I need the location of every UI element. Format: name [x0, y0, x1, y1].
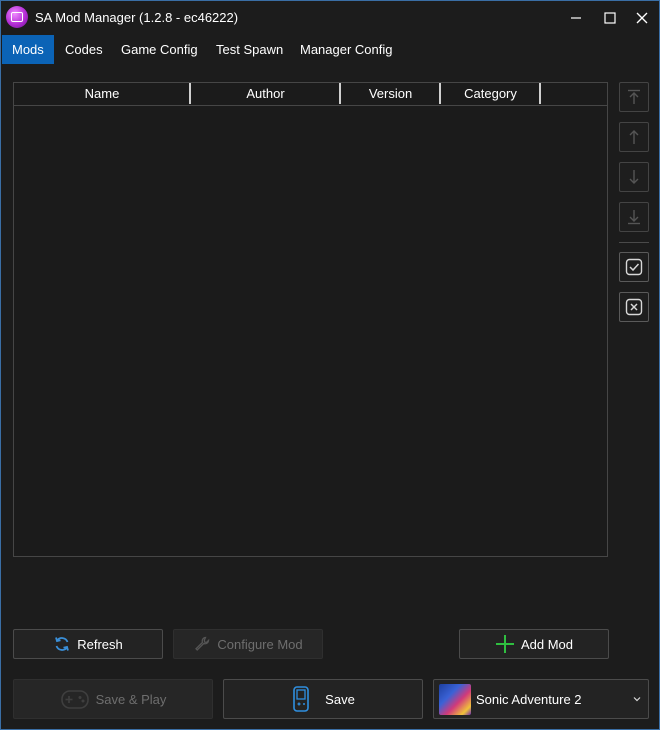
game-selector-value: Sonic Adventure 2	[476, 692, 582, 707]
maximize-button[interactable]	[593, 1, 627, 35]
chevron-down-icon	[632, 692, 642, 707]
move-to-bottom-button[interactable]	[619, 202, 649, 232]
tab-test-spawn[interactable]: Test Spawn	[206, 35, 293, 64]
tab-codes[interactable]: Codes	[55, 35, 113, 64]
move-up-button[interactable]	[619, 122, 649, 152]
configure-mod-label: Configure Mod	[217, 636, 303, 652]
tab-manager-config[interactable]: Manager Config	[290, 35, 403, 64]
move-to-bottom-icon	[628, 210, 640, 225]
save-and-play-label: Save & Play	[95, 691, 167, 707]
move-down-button[interactable]	[619, 162, 649, 192]
game-selector[interactable]: Sonic Adventure 2	[433, 679, 649, 719]
minimize-button[interactable]	[559, 1, 593, 35]
column-header-author[interactable]: Author	[191, 83, 340, 105]
mods-grid[interactable]: Name Author Version Category	[13, 82, 608, 557]
main-window: SA Mod Manager (1.2.8 - ec46222) Mods Co…	[0, 0, 660, 730]
move-to-top-button[interactable]	[619, 82, 649, 112]
gamepad-icon	[60, 686, 90, 712]
move-to-top-icon	[628, 89, 640, 104]
refresh-icon	[53, 635, 71, 653]
configure-mod-button[interactable]: Configure Mod	[173, 629, 323, 659]
grid-header: Name Author Version Category	[14, 83, 607, 106]
move-up-icon	[629, 130, 639, 144]
window-title: SA Mod Manager (1.2.8 - ec46222)	[35, 10, 239, 25]
title-bar: SA Mod Manager (1.2.8 - ec46222)	[1, 1, 659, 35]
check-all-button[interactable]	[619, 252, 649, 282]
uncheck-all-button[interactable]	[619, 292, 649, 322]
add-mod-button[interactable]: Add Mod	[459, 629, 609, 659]
minimize-icon	[571, 17, 581, 19]
check-all-icon	[625, 258, 643, 276]
app-logo-icon	[6, 6, 28, 28]
refresh-label: Refresh	[77, 636, 123, 652]
column-header-version[interactable]: Version	[341, 83, 440, 105]
uncheck-all-icon	[625, 298, 643, 316]
refresh-button[interactable]: Refresh	[13, 629, 163, 659]
move-down-icon	[629, 170, 639, 184]
maximize-icon	[604, 12, 616, 24]
close-button[interactable]	[625, 1, 659, 35]
save-button[interactable]: Save	[223, 679, 423, 719]
add-mod-label: Add Mod	[520, 636, 574, 652]
plus-icon	[495, 634, 515, 654]
side-divider	[619, 242, 649, 243]
save-and-play-button[interactable]: Save & Play	[13, 679, 213, 719]
save-device-icon	[291, 685, 311, 713]
game-thumbnail	[439, 684, 471, 715]
column-header-name[interactable]: Name	[14, 83, 190, 105]
tab-bar: Mods Codes Game Config Test Spawn Manage…	[1, 35, 659, 64]
column-resize-handle[interactable]	[539, 83, 541, 104]
tab-game-config[interactable]: Game Config	[111, 35, 208, 64]
tab-mods[interactable]: Mods	[2, 35, 54, 64]
column-header-category[interactable]: Category	[441, 83, 540, 105]
wrench-icon	[193, 635, 211, 653]
save-label: Save	[325, 691, 355, 707]
close-icon	[636, 12, 648, 24]
